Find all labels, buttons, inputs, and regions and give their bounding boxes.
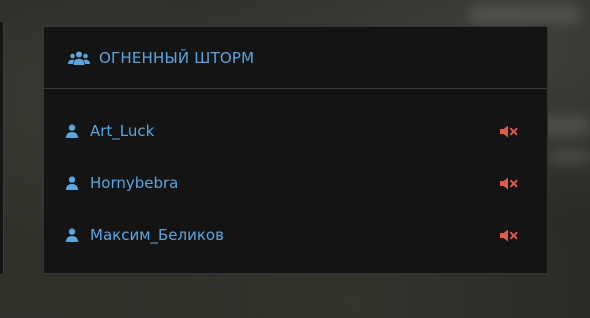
left-panel-edge bbox=[0, 22, 4, 274]
muted-speaker-icon[interactable] bbox=[499, 176, 519, 190]
member-name: Максим_Беликов bbox=[90, 226, 224, 244]
background-blur-1 bbox=[470, 4, 580, 24]
member-row[interactable]: Art_Luck bbox=[44, 105, 547, 157]
user-icon bbox=[66, 176, 80, 190]
party-title: ОГНЕННЫЙ ШТОРМ bbox=[99, 48, 255, 67]
muted-speaker-icon[interactable] bbox=[499, 124, 519, 138]
party-header: ОГНЕННЫЙ ШТОРМ bbox=[44, 27, 547, 89]
member-row[interactable]: Максим_Беликов bbox=[44, 209, 547, 261]
member-row[interactable]: Hornybebra bbox=[44, 157, 547, 209]
user-icon bbox=[66, 124, 80, 138]
group-icon bbox=[68, 51, 90, 65]
member-name: Hornybebra bbox=[90, 174, 179, 192]
user-icon bbox=[66, 228, 80, 242]
muted-speaker-icon[interactable] bbox=[499, 228, 519, 242]
background-blur-3 bbox=[548, 150, 590, 164]
member-list: Art_Luck Hornybebra Максим_Беликов bbox=[44, 89, 547, 261]
member-name: Art_Luck bbox=[90, 122, 155, 140]
party-panel: ОГНЕННЫЙ ШТОРМ Art_Luck Hornybebra Макси… bbox=[43, 26, 548, 274]
